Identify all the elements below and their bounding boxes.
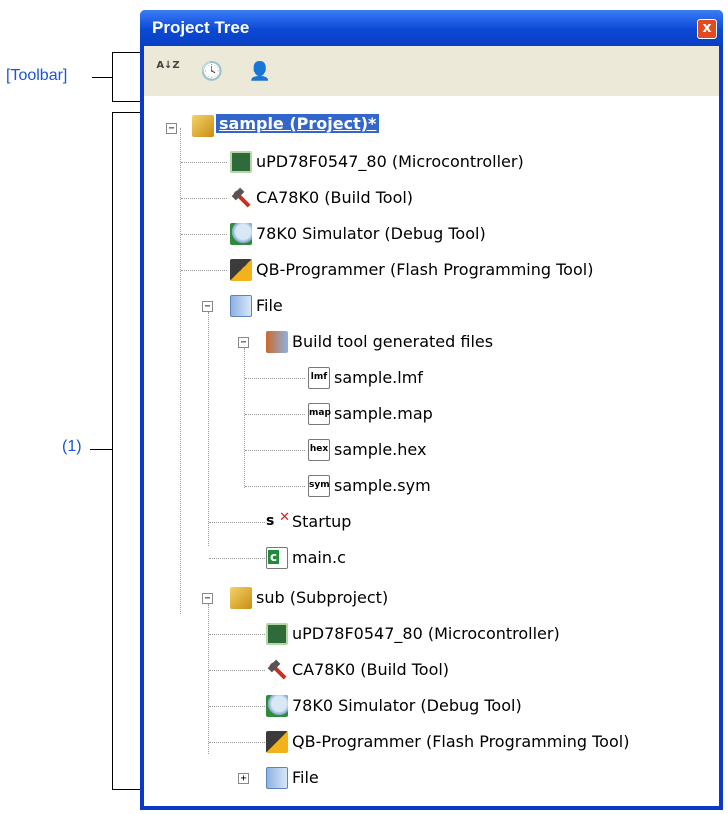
tree-line [208, 604, 209, 754]
map-file-icon: map [308, 403, 331, 425]
tree-line [209, 522, 265, 523]
microcontroller-icon [266, 623, 288, 645]
tree-callout-bracket [112, 112, 113, 790]
tree-callout-label: (1) [62, 438, 82, 455]
tree-node-label: File [292, 768, 319, 787]
tree-line [209, 634, 265, 635]
c-file-icon: c [266, 547, 288, 569]
toolbar-callout-bracket-bottom [112, 101, 140, 102]
c-file-tag: c [268, 550, 280, 564]
tree-line [245, 486, 305, 487]
tree-node-label: File [256, 296, 283, 315]
tree-line [181, 162, 227, 163]
sort-az-icon[interactable]: A↓Z [156, 60, 180, 84]
tree-node-label: sample.hex [334, 440, 427, 459]
tree-node-label: uPD78F0547_80 (Microcontroller) [292, 624, 560, 643]
tree-line [244, 348, 245, 488]
folder-icon [230, 295, 252, 317]
tree-line [209, 742, 265, 743]
clock-icon[interactable]: 🕓 [200, 60, 224, 84]
microcontroller-icon [230, 151, 252, 173]
tree-node-label: sub (Subproject) [256, 588, 389, 607]
close-button[interactable]: x [697, 19, 717, 39]
subproject-collapse-toggle[interactable]: − [202, 593, 213, 604]
tree-node-label: 78K0 Simulator (Debug Tool) [292, 696, 522, 715]
toolbar-callout-line [92, 77, 112, 78]
tree-node-label: 78K0 Simulator (Debug Tool) [256, 224, 486, 243]
tree-line [208, 312, 209, 546]
flash-tool-icon [230, 259, 252, 281]
subproject-icon [230, 587, 252, 609]
lmf-file-icon: lmf [308, 367, 330, 389]
tree-callout-bracket-top [112, 112, 140, 113]
tree-line [181, 198, 227, 199]
tree-node-label: sample.lmf [334, 368, 423, 387]
tree-line [180, 128, 181, 614]
tree-node-label: sample (Project)* [216, 114, 380, 133]
hex-file-icon: hex [308, 439, 330, 461]
window-title: Project Tree [152, 18, 250, 37]
tree-callout-line [90, 449, 112, 450]
person-icon[interactable]: 👤 [248, 60, 272, 84]
debug-tool-icon [266, 695, 288, 717]
tree-callout-bracket-bottom [112, 789, 140, 790]
tree-node-label: main.c [292, 548, 346, 567]
tree-node-label: sample.map [334, 404, 433, 423]
project-tree-window: Project Tree x A↓Z 🕓 👤 − sample (Project… [140, 10, 723, 810]
tree-node-label: CA78K0 (Build Tool) [292, 660, 450, 679]
tree-node-label: sample.sym [334, 476, 431, 495]
tree-line [245, 450, 305, 451]
toolbar-callout-bracket [112, 52, 113, 102]
tree-node-label: CA78K0 (Build Tool) [256, 188, 414, 207]
tree-node-label: QB-Programmer (Flash Programming Tool) [292, 732, 630, 751]
sub-file-expand-toggle[interactable]: + [238, 773, 249, 784]
toolbar-callout-bracket-top [112, 52, 140, 53]
tree-line [209, 670, 265, 671]
generated-files-collapse-toggle[interactable]: − [238, 337, 249, 348]
toolbar-callout-label: [Toolbar] [6, 67, 68, 84]
tree-node-label: uPD78F0547_80 (Microcontroller) [256, 152, 524, 171]
debug-tool-icon [230, 223, 252, 245]
project-icon [192, 115, 214, 137]
tree-line [209, 706, 265, 707]
toolbar: A↓Z 🕓 👤 [144, 46, 719, 96]
title-bar[interactable]: Project Tree x [140, 10, 723, 46]
root-collapse-toggle[interactable]: − [166, 123, 177, 134]
tree-line [209, 558, 265, 559]
tree-line [245, 414, 305, 415]
tree-node-label: Build tool generated files [292, 332, 494, 351]
tree-line [245, 378, 305, 379]
tree-line [181, 234, 227, 235]
file-folder-collapse-toggle[interactable]: − [202, 301, 213, 312]
flash-tool-icon [266, 731, 288, 753]
tree-node-label: Startup [292, 512, 352, 531]
tree-line [181, 270, 227, 271]
tree-node-label: QB-Programmer (Flash Programming Tool) [256, 260, 594, 279]
build-tool-icon [230, 187, 252, 209]
sym-file-icon: sym [308, 475, 330, 497]
folder-icon [266, 767, 288, 789]
build-tool-icon [266, 659, 288, 681]
project-tree[interactable]: − sample (Project)* uPD78F0547_80 (Micro… [144, 96, 719, 806]
startup-icon: s [266, 508, 290, 533]
generated-files-folder-icon [266, 331, 288, 353]
